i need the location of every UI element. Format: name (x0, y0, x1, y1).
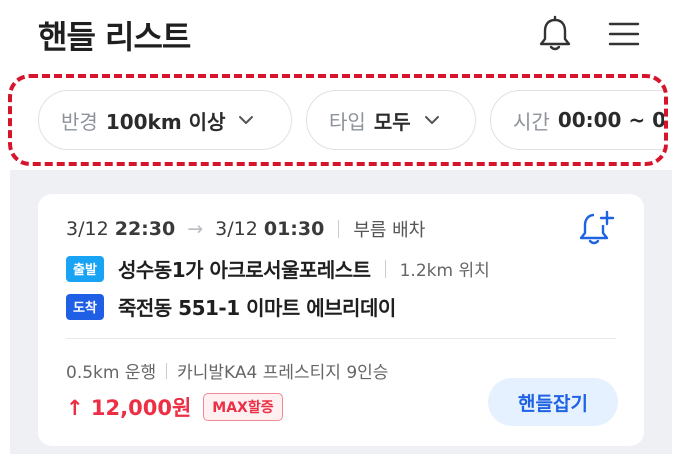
drive-distance: 0.5km 운행 (66, 363, 157, 383)
app-header: 핸들 리스트 (0, 0, 680, 70)
dispatch-mode: 부름 배차 (353, 220, 426, 241)
filter-radius-chip[interactable]: 반경 100km 이상 (38, 90, 292, 150)
filter-type-value: 모두 (373, 109, 411, 134)
divider (384, 259, 386, 278)
divider (338, 220, 340, 238)
arrival-datetime: 3/12 01:30 (215, 218, 325, 240)
filter-time-value: 00:00 ~ 0 (557, 108, 667, 132)
departure-distance: 1.2km 위치 (399, 261, 490, 281)
handle-card[interactable]: 3/12 22:30 → 3/12 01:30 부름 배차 출발 성수동1가 아… (38, 194, 644, 446)
departure-tag: 출발 (66, 255, 104, 282)
surge-badge: MAX할증 (203, 393, 283, 421)
arrival-tag: 도착 (66, 293, 104, 320)
car-model: 카니발KA4 프레스티지 9인승 (177, 363, 389, 383)
trip-info: 0.5km 운행 카니발KA4 프레스티지 9인승 (66, 358, 388, 383)
menu-icon[interactable] (606, 16, 642, 52)
filter-type-chip[interactable]: 타입 모두 (306, 90, 476, 150)
filter-time-chip[interactable]: 시간 00:00 ~ 0 (490, 90, 667, 150)
schedule-row: 3/12 22:30 → 3/12 01:30 부름 배차 (66, 216, 425, 242)
filter-radius-label: 반경 (61, 109, 98, 134)
arrow-right-icon: → (187, 218, 204, 240)
grab-handle-button[interactable]: 핸들잡기 (488, 378, 618, 426)
filter-time-label: 시간 (513, 109, 550, 134)
filter-radius-value: 100km 이상 (105, 109, 226, 134)
departure-place: 성수동1가 아크로서울포레스트 (118, 258, 371, 282)
divider (166, 362, 168, 379)
bell-icon[interactable] (535, 14, 575, 54)
filter-type-label: 타입 (329, 109, 366, 134)
arrival-row: 도착 죽전동 551-1 이마트 에브리데이 (66, 292, 396, 321)
price: ↑ 12,000원 (66, 396, 192, 420)
price-row: ↑ 12,000원 MAX할증 (66, 392, 283, 422)
chevron-down-icon (424, 116, 439, 124)
arrival-place: 죽전동 551-1 이마트 에브리데이 (118, 296, 396, 320)
filter-bar: 반경 100km 이상 타입 모두 시간 00:00 ~ 0 (8, 74, 668, 166)
page-title: 핸들 리스트 (38, 18, 191, 56)
departure-row: 출발 성수동1가 아크로서울포레스트 1.2km 위치 (66, 254, 490, 283)
chevron-down-icon (239, 116, 254, 124)
bell-plus-icon[interactable] (576, 208, 616, 248)
card-divider (66, 338, 616, 339)
departure-datetime: 3/12 22:30 (66, 218, 176, 240)
